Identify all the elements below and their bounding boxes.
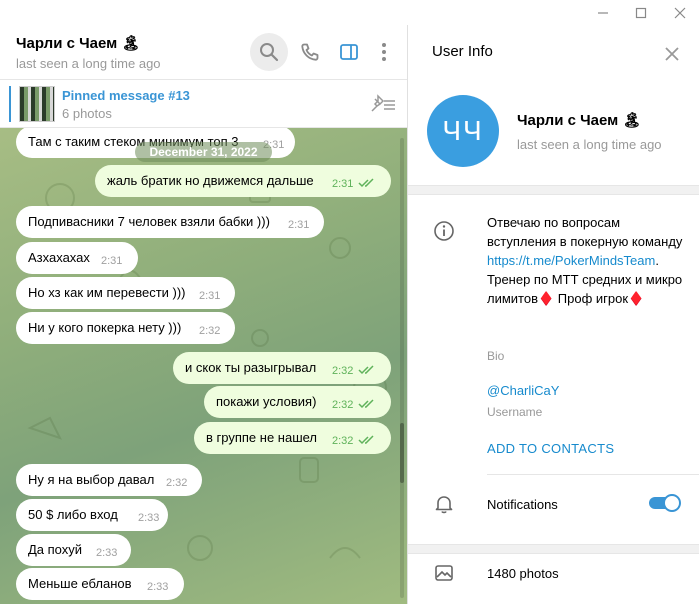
close-icon	[665, 47, 679, 61]
minimize-button[interactable]	[584, 0, 622, 25]
message-text: Азхахахах	[28, 250, 90, 265]
row-divider	[487, 474, 699, 475]
message-text: 50 $ либо вход	[28, 507, 118, 522]
incoming-message[interactable]: Подпивасники 7 человек взяли бабки ))) 2:…	[16, 206, 324, 238]
incoming-message[interactable]: Ну я на выбор давал 2:32	[16, 464, 202, 496]
pinned-title: Pinned message #13	[62, 88, 190, 103]
read-checkmarks-icon	[358, 365, 374, 375]
more-icon	[382, 43, 386, 61]
search-icon	[260, 43, 279, 62]
call-button[interactable]	[291, 33, 329, 71]
message-text: в группе не нашел	[206, 430, 318, 445]
info-icon	[433, 220, 455, 242]
toggle-knob	[663, 494, 681, 512]
section-divider	[408, 185, 699, 195]
bio-link[interactable]: https://t.me/PokerMindsTeam	[487, 253, 655, 268]
incoming-message[interactable]: Да похуй 2:33	[16, 534, 131, 566]
user-info-panel: User Info ЧЧ Чарли с Чаем 🏝 last seen a …	[408, 25, 699, 604]
sidebar-icon	[340, 44, 358, 60]
message-time: 2:31	[199, 290, 221, 302]
panel-title: User Info	[432, 43, 493, 60]
add-to-contacts-button[interactable]: ADD TO CONTACTS	[487, 441, 614, 456]
incoming-message[interactable]: Меньше ебланов 2:33	[16, 568, 184, 600]
message-text: Но хз как им перевести )))	[28, 285, 186, 300]
avatar[interactable]: ЧЧ	[427, 95, 499, 167]
message-time: 2:32	[166, 477, 188, 489]
pinned-indicator	[9, 86, 11, 122]
chat-title[interactable]: Чарли с Чаем 🏝	[16, 34, 140, 52]
message-text: Подпивасники 7 человек взяли бабки )))	[28, 214, 270, 229]
notifications-toggle[interactable]	[649, 494, 681, 512]
outgoing-message[interactable]: и скок ты разыгрывал 2:32	[173, 352, 391, 384]
incoming-message[interactable]: 50 $ либо вход 2:33	[16, 499, 168, 531]
search-button[interactable]	[250, 33, 288, 71]
incoming-message[interactable]: Азхахахах 2:31	[16, 242, 138, 274]
bio-part: Отвечаю по вопросам вступления в покерну…	[487, 215, 683, 249]
phone-icon	[301, 43, 319, 61]
date-separator: December 31, 2022	[135, 142, 272, 162]
outgoing-message[interactable]: покажи условия) 2:32	[204, 386, 391, 418]
incoming-message[interactable]: Ни у кого покерка нету ))) 2:32	[16, 312, 235, 344]
chat-header[interactable]: Чарли с Чаем 🏝 last seen a long time ago	[0, 25, 407, 80]
message-text: Ни у кого покерка нету )))	[28, 320, 182, 335]
message-text: Ну я на выбор давал	[28, 472, 155, 487]
message-time: 2:33	[138, 512, 160, 524]
bio-label: Bio	[487, 349, 505, 363]
read-checkmarks-icon	[358, 178, 374, 188]
profile-name: Чарли с Чаем 🏝	[517, 112, 642, 129]
close-panel-button[interactable]	[659, 41, 685, 67]
message-text: Меньше ебланов	[28, 576, 132, 591]
outgoing-message[interactable]: в группе не нашел 2:32	[194, 422, 391, 454]
pin-list-icon	[371, 94, 395, 112]
message-time: 2:32	[199, 325, 221, 337]
window-close-button[interactable]	[661, 0, 699, 25]
minimize-icon	[598, 11, 608, 14]
message-time: 2:32	[332, 435, 354, 447]
scrollbar-thumb[interactable]	[400, 423, 404, 483]
outgoing-message[interactable]: жаль братик но движемся дальше 2:31	[95, 165, 391, 197]
message-text: жаль братик но движемся дальше	[107, 173, 314, 188]
message-time: 2:32	[332, 399, 354, 411]
close-icon	[674, 7, 686, 18]
profile-status: last seen a long time ago	[517, 137, 662, 152]
pinned-list-button[interactable]	[369, 94, 397, 114]
read-checkmarks-icon	[358, 399, 374, 409]
incoming-message[interactable]: Но хз как им перевести ))) 2:31	[16, 277, 235, 309]
maximize-icon	[635, 7, 647, 18]
message-list[interactable]: Там с таким стеком минимум топ 3 2:31 жаль…	[0, 128, 407, 604]
read-checkmarks-icon	[358, 435, 374, 445]
username-label: Username	[487, 405, 543, 419]
chat-status: last seen a long time ago	[16, 56, 161, 71]
bell-icon	[433, 493, 455, 515]
message-time: 2:33	[96, 547, 118, 559]
message-time: 2:31	[288, 219, 310, 231]
message-time: 2:32	[332, 365, 354, 377]
message-text: Да похуй	[28, 542, 83, 557]
pinned-message-bar[interactable]: Pinned message #13 6 photos	[0, 80, 407, 128]
more-button[interactable]	[365, 33, 403, 71]
pinned-thumbnail	[19, 86, 55, 122]
notifications-label: Notifications	[487, 497, 558, 512]
bio-text: Отвечаю по вопросам вступления в покерну…	[487, 213, 687, 308]
chat-panel: Чарли с Чаем 🏝 last seen a long time ago…	[0, 25, 407, 604]
pinned-subtitle: 6 photos	[62, 106, 112, 121]
shared-photos-link[interactable]: 1480 photos	[487, 566, 559, 581]
message-text: и скок ты разыгрывал	[185, 360, 317, 375]
username[interactable]: @CharliCaY	[487, 383, 559, 398]
message-time: 2:33	[147, 581, 169, 593]
toggle-sidebar-button[interactable]	[330, 33, 368, 71]
maximize-button[interactable]	[622, 0, 660, 25]
section-divider	[408, 544, 699, 554]
photo-icon	[433, 562, 455, 584]
message-text: покажи условия)	[216, 394, 317, 409]
scrollbar-track[interactable]	[400, 138, 404, 598]
message-time: 2:31	[332, 178, 354, 190]
message-time: 2:31	[101, 255, 123, 267]
window-titlebar	[0, 0, 699, 25]
